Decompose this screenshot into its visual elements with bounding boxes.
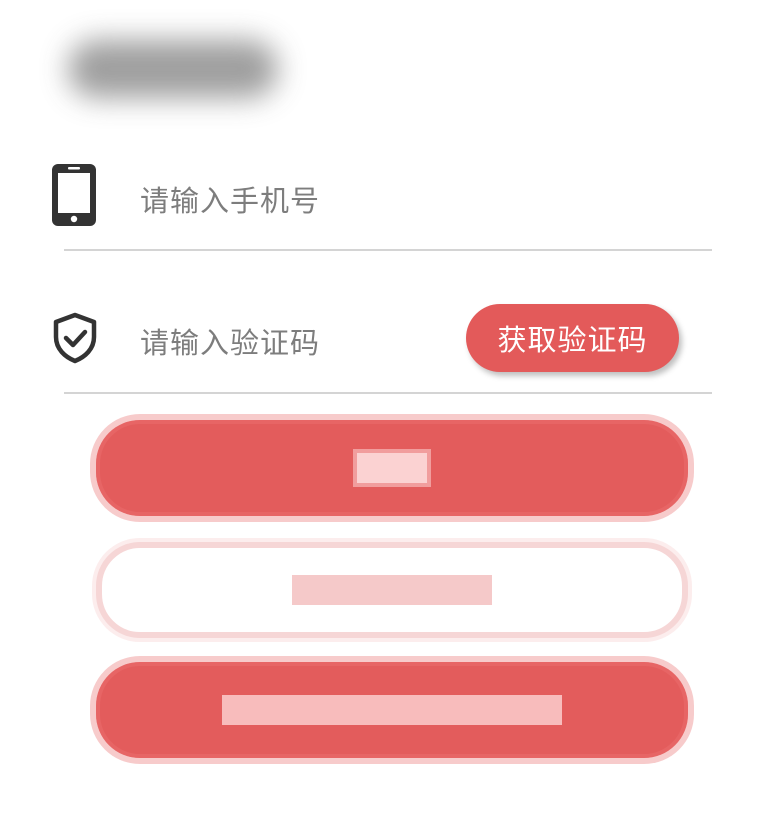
pixelated-label	[353, 449, 431, 487]
primary-login-button[interactable]	[96, 420, 688, 516]
code-input-placeholder[interactable]: 请输入验证码	[140, 320, 320, 362]
phone-input-placeholder[interactable]: 请输入手机号	[140, 178, 320, 220]
phone-divider	[64, 249, 712, 251]
pixelated-label	[292, 575, 492, 605]
secondary-outline-button[interactable]	[96, 542, 688, 638]
phone-input-row[interactable]: 请输入手机号	[0, 160, 776, 230]
shield-check-icon	[52, 312, 98, 368]
code-divider	[64, 392, 712, 394]
get-code-button[interactable]: 获取验证码	[466, 304, 679, 372]
phone-icon	[50, 162, 98, 232]
blurred-page-title	[68, 40, 278, 98]
third-action-button[interactable]	[96, 662, 688, 758]
pixelated-label	[222, 695, 562, 725]
